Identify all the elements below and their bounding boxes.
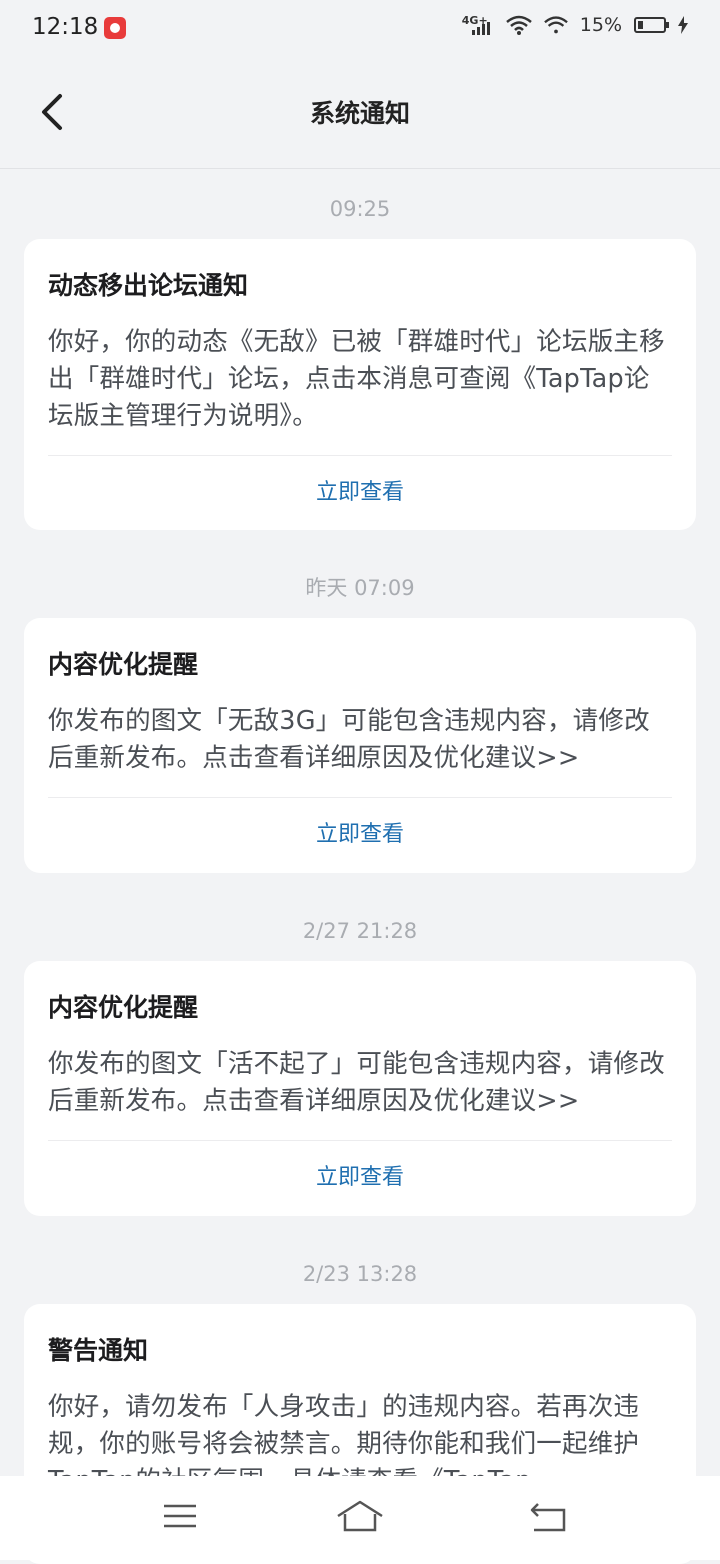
navigation-bar: 系统通知 xyxy=(0,56,720,169)
notification-list: 09:25 动态移出论坛通知 你好，你的动态《无敌》已被「群雄时代」论坛版主移出… xyxy=(0,169,720,1564)
view-now-button[interactable]: 立即查看 xyxy=(48,1141,672,1215)
page-title: 系统通知 xyxy=(309,99,410,128)
notification-title: 动态移出论坛通知 xyxy=(48,271,249,300)
menu-icon[interactable] xyxy=(156,1496,204,1536)
status-bar: 12:18 4G+ 15% xyxy=(0,0,720,56)
charging-icon xyxy=(678,16,688,34)
notification-card[interactable]: 内容优化提醒 你发布的图文「活不起了」可能包含违规内容，请修改后重新发布。点击查… xyxy=(24,961,696,1216)
cellular-signal-icon: 4G+ xyxy=(462,14,494,36)
view-now-button[interactable]: 立即查看 xyxy=(48,798,672,872)
system-navigation-bar xyxy=(0,1476,720,1560)
battery-percent: 15% xyxy=(579,14,622,36)
notification-time: 09:25 xyxy=(329,197,391,221)
home-icon[interactable] xyxy=(336,1496,384,1536)
status-indicators: 4G+ 15% xyxy=(462,14,688,36)
notification-title: 内容优化提醒 xyxy=(48,993,199,1022)
notification-title: 警告通知 xyxy=(48,1336,149,1365)
wifi-secondary-icon xyxy=(543,16,568,34)
notification-time: 2/27 21:28 xyxy=(302,919,418,943)
status-time: 12:18 xyxy=(32,14,99,40)
app-notification-icon xyxy=(104,17,126,39)
notification-title: 内容优化提醒 xyxy=(48,650,199,679)
notification-time: 2/23 13:28 xyxy=(302,1262,418,1286)
battery-icon xyxy=(634,17,669,33)
notification-card[interactable]: 动态移出论坛通知 你好，你的动态《无敌》已被「群雄时代」论坛版主移出「群雄时代」… xyxy=(24,239,696,530)
notification-body: 你发布的图文「无敌3G」可能包含违规内容，请修改后重新发布。点击查看详细原因及优… xyxy=(48,706,650,773)
wifi-icon xyxy=(505,15,532,35)
return-icon[interactable] xyxy=(524,1496,572,1536)
notification-body: 你好，你的动态《无敌》已被「群雄时代」论坛版主移出「群雄时代」论坛，点击本消息可… xyxy=(48,327,665,431)
notification-card[interactable]: 内容优化提醒 你发布的图文「无敌3G」可能包含违规内容，请修改后重新发布。点击查… xyxy=(24,618,696,873)
notification-body: 你发布的图文「活不起了」可能包含违规内容，请修改后重新发布。点击查看详细原因及优… xyxy=(48,1049,665,1116)
notification-time: 昨天 07:09 xyxy=(305,576,415,600)
view-now-button[interactable]: 立即查看 xyxy=(48,456,672,530)
